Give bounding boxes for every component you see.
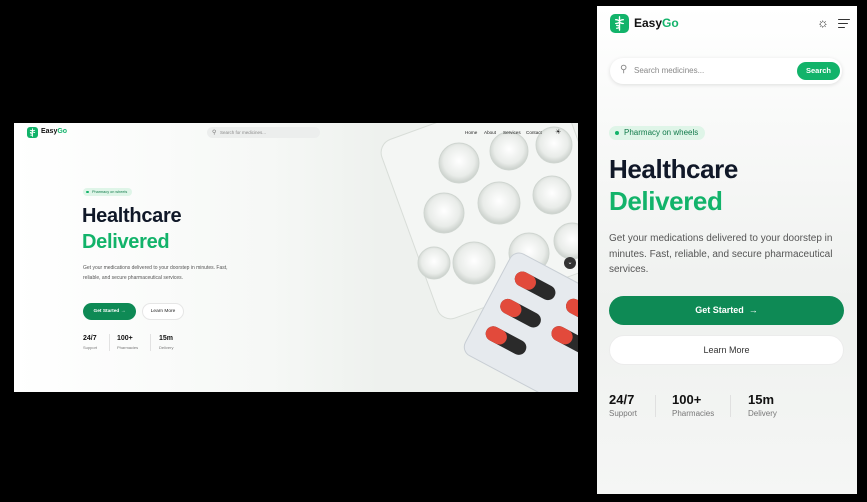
stat-divider bbox=[655, 395, 656, 417]
nav-services[interactable]: Services bbox=[503, 130, 521, 135]
stat-label: Pharmacies bbox=[117, 345, 139, 350]
stat-label: Support bbox=[83, 345, 98, 350]
arrow-right-icon: → bbox=[748, 305, 758, 315]
stat-value: 100+ bbox=[117, 335, 133, 342]
search-input[interactable]: ⚲ Search medicines... Search bbox=[610, 58, 842, 84]
hero-badge: Pharmacy on wheels bbox=[609, 126, 706, 140]
learn-more-button[interactable]: Learn More bbox=[142, 303, 184, 320]
caduceus-icon[interactable] bbox=[610, 14, 629, 33]
stat-value: 15m bbox=[159, 335, 174, 342]
learn-more-button[interactable]: Learn More bbox=[609, 335, 844, 365]
search-icon: ⚲ bbox=[212, 130, 217, 136]
caduceus-icon[interactable] bbox=[27, 127, 38, 138]
search-icon: ⚲ bbox=[620, 64, 628, 75]
desktop-view: EasyGo ⚲ Search for medicines... Home Ab… bbox=[14, 123, 578, 392]
stat-divider bbox=[150, 334, 151, 351]
nav-about[interactable]: About bbox=[484, 130, 496, 135]
menu-icon[interactable] bbox=[838, 19, 850, 31]
mobile-view: EasyGo ☼ ⚲ Search medicines... Search Ph… bbox=[597, 6, 857, 494]
stat-value: 15m bbox=[748, 392, 775, 407]
sun-icon[interactable]: ☀ bbox=[555, 128, 561, 136]
hero-badge: Pharmacy on wheels bbox=[83, 188, 133, 196]
stat-value: 100+ bbox=[672, 392, 702, 407]
scroll-down-icon[interactable]: ⌄ bbox=[564, 257, 576, 269]
nav-contact[interactable]: Contact bbox=[526, 130, 542, 135]
get-started-button[interactable]: Get Started → bbox=[609, 296, 844, 325]
brand-name[interactable]: EasyGo bbox=[41, 128, 67, 135]
nav-home[interactable]: Home bbox=[465, 130, 477, 135]
sun-icon[interactable]: ☼ bbox=[817, 15, 829, 30]
badge-dot bbox=[86, 190, 89, 194]
stat-label: Support bbox=[609, 409, 638, 418]
stat-divider bbox=[109, 334, 110, 351]
brand-name[interactable]: EasyGo bbox=[634, 16, 679, 30]
hero-title-line2: Delivered bbox=[82, 231, 170, 253]
hero-title-line2: Delivered bbox=[609, 186, 723, 216]
hero-description: Get your medications delivered to your d… bbox=[609, 233, 833, 275]
hero-title-line1: Healthcare bbox=[609, 154, 738, 184]
arrow-right-icon: → bbox=[120, 309, 126, 314]
stat-label: Delivery bbox=[159, 345, 174, 350]
get-started-button[interactable]: Get Started → bbox=[83, 303, 136, 320]
stat-divider bbox=[730, 395, 731, 417]
search-input[interactable]: ⚲ Search for medicines... bbox=[207, 127, 320, 138]
hero-title-line1: Healthcare bbox=[82, 205, 182, 227]
search-button[interactable]: Search bbox=[797, 62, 840, 80]
pills-hero-image bbox=[374, 123, 578, 392]
hero-description: Get your medications delivered to your d… bbox=[83, 265, 228, 281]
stat-label: Pharmacies bbox=[672, 409, 715, 418]
search-placeholder: Search medicines... bbox=[634, 66, 705, 75]
search-placeholder: Search for medicines... bbox=[220, 129, 267, 135]
badge-dot bbox=[615, 131, 619, 135]
stat-value: 24/7 bbox=[83, 335, 97, 342]
stat-value: 24/7 bbox=[609, 392, 635, 407]
stat-label: Delivery bbox=[748, 409, 777, 418]
